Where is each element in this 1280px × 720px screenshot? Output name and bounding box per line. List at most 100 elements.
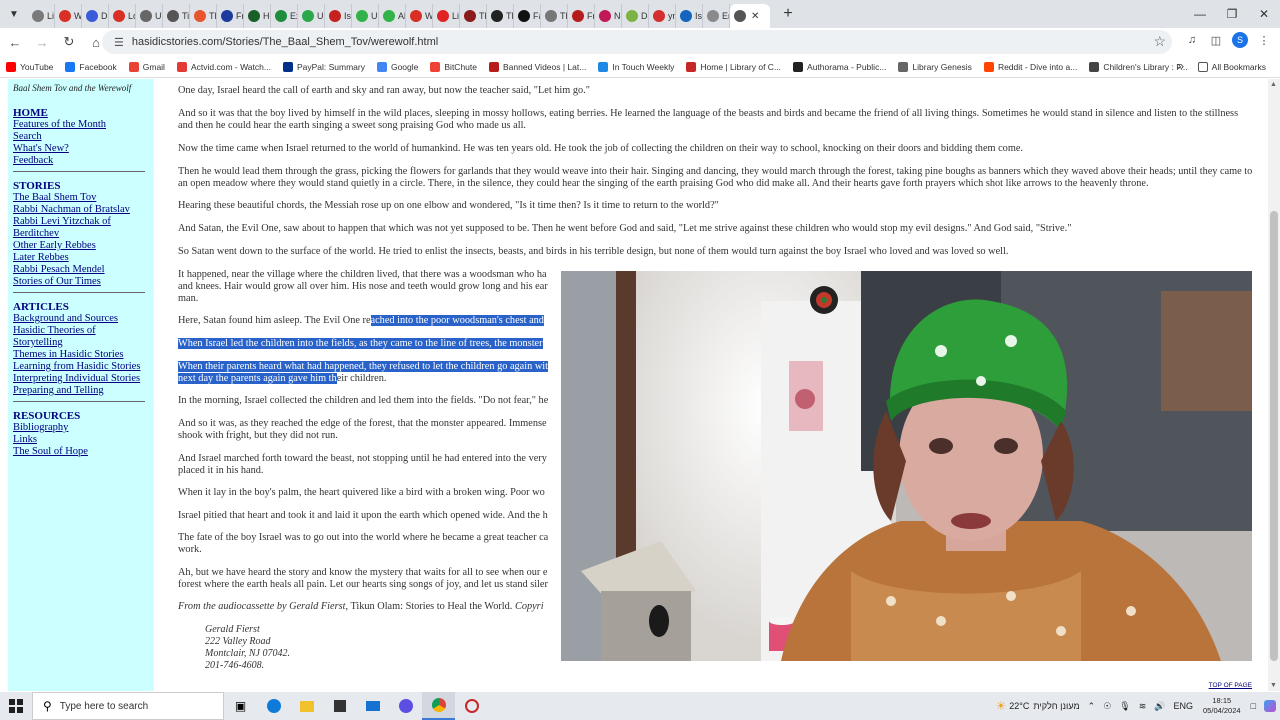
sidebar-story-link[interactable]: Berditchev [13,228,149,240]
browser-tab[interactable]: Isr [325,4,352,28]
browser-tab[interactable]: All [379,4,406,28]
sidebar-story-link[interactable]: Rabbi Nachman of Bratslav [13,204,149,216]
browser-tab[interactable]: Wi [406,4,433,28]
network-icon[interactable]: ☉ [1099,701,1115,712]
sidebar-story-link[interactable]: The Baal Shem Tov [13,192,149,204]
sidebar-link[interactable]: Search [13,131,149,143]
sidebar-article-link[interactable]: Background and Sources [13,313,149,325]
copilot-icon[interactable] [1260,700,1280,712]
bookmark-item[interactable]: PayPal: Summary [277,57,371,77]
bookmark-star-icon[interactable]: ☆ [1153,33,1166,50]
media-app-icon[interactable] [389,692,422,720]
sidebar-article-link[interactable]: Themes in Hasidic Stories [13,349,149,361]
tray-overflow-icon[interactable]: ⌃ [1084,701,1100,712]
chrome-taskbar-icon[interactable] [422,692,455,720]
sidebar-story-link[interactable]: Rabbi Levi Yitzchak of [13,216,149,228]
side-panel-icon[interactable]: ◫ [1208,32,1224,48]
page-scrollbar[interactable]: ▲ ▼ [1268,79,1280,691]
bookmark-item[interactable]: Home | Library of C... [680,57,787,77]
forward-icon[interactable]: → [30,30,54,54]
bookmarks-overflow-icon[interactable]: » [1177,59,1184,73]
screen-recorder-icon[interactable] [455,692,488,720]
browser-tab[interactable]: Wi [55,4,82,28]
profile-avatar[interactable]: S [1232,32,1248,48]
bookmark-item[interactable]: Reddit - Dive into a... [978,57,1083,77]
bookmark-item[interactable]: In Touch Weekly [592,57,680,77]
sidebar-article-link[interactable]: Learning from Hasidic Stories [13,361,149,373]
microphone-icon[interactable]: 🎙 [1115,701,1134,712]
bookmark-item[interactable]: Authorama - Public... [787,57,892,77]
sidebar-link[interactable]: What's New? [13,143,149,155]
bookmark-item[interactable]: Library Genesis [892,57,978,77]
browser-tab[interactable]: Lo [109,4,136,28]
scroll-thumb[interactable] [1270,211,1278,661]
sidebar-story-link[interactable]: Other Early Rebbes [13,240,149,252]
sidebar-resource-link[interactable]: Bibliography [13,422,149,434]
media-control-icon[interactable]: ♫ [1184,32,1200,48]
browser-tab[interactable]: De [622,4,649,28]
browser-tab[interactable]: Tim [163,4,190,28]
bookmark-item[interactable]: Facebook [59,57,122,77]
back-icon[interactable]: ← [3,30,27,54]
browser-tab[interactable]: Th [460,4,487,28]
new-tab-icon[interactable]: + [776,5,800,23]
site-info-icon[interactable]: ☰ [114,36,124,49]
file-explorer-icon[interactable] [290,692,323,720]
browser-tab[interactable]: Err [703,4,730,28]
close-window-icon[interactable]: ✕ [1248,0,1280,28]
edge-icon[interactable] [257,692,290,720]
windows-start-icon[interactable] [0,692,32,720]
sidebar-link[interactable]: Feedback [13,155,149,167]
sidebar-article-link[interactable]: Preparing and Telling [13,385,149,397]
volume-icon[interactable]: 🔊 [1150,701,1169,712]
browser-tab[interactable]: De [82,4,109,28]
bookmark-item[interactable]: YouTube [0,57,59,77]
browser-tab[interactable]: ym [649,4,676,28]
minimize-icon[interactable]: — [1184,0,1216,28]
browser-tab[interactable]: Lib [28,4,55,28]
taskbar-search-box[interactable]: ⚲ Type here to search [32,692,224,720]
notifications-icon[interactable]: □ [1247,701,1260,711]
browser-tab[interactable]: Th [541,4,568,28]
sidebar-story-link[interactable]: Stories of Our Times [13,276,149,288]
all-bookmarks[interactable]: All Bookmarks [1192,57,1272,77]
scroll-up-icon[interactable]: ▲ [1270,81,1277,88]
maximize-icon[interactable]: ❐ [1216,0,1248,28]
active-tab[interactable]: ✕ [730,4,770,28]
weather-widget[interactable]: ☀ 22°C מעונן חלקית [991,699,1083,713]
sidebar-home-link[interactable]: HOME [13,107,149,119]
clock[interactable]: 18:15 05/04/2024 [1197,696,1247,716]
browser-tab[interactable]: Ub [136,4,163,28]
browser-tab[interactable]: Up [352,4,379,28]
task-view-icon[interactable]: ▣ [224,692,257,720]
sidebar-article-link[interactable]: Interpreting Individual Stories [13,373,149,385]
sidebar-article-link[interactable]: Storytelling [13,337,149,349]
store-icon[interactable] [323,692,356,720]
sidebar-resource-link[interactable]: Links [13,434,149,446]
top-of-page-link[interactable]: TOP OF PAGE [1209,682,1252,689]
browser-tab[interactable]: Ho [244,4,271,28]
browser-tab[interactable]: Is [676,4,703,28]
browser-tab[interactable]: Liv [433,4,460,28]
sidebar-articles-heading[interactable]: ARTICLES [13,301,149,313]
mail-icon[interactable] [356,692,389,720]
sidebar-story-link[interactable]: Rabbi Pesach Mendel [13,264,149,276]
browser-tab[interactable]: Th [487,4,514,28]
menu-icon[interactable]: ⋮ [1256,32,1272,48]
sidebar-story-link[interactable]: Later Rebbes [13,252,149,264]
sidebar-article-link[interactable]: Hasidic Theories of [13,325,149,337]
close-tab-icon[interactable]: ✕ [751,11,759,22]
language-indicator[interactable]: ENG [1170,701,1198,711]
browser-tab[interactable]: Th [190,4,217,28]
sidebar-link[interactable]: Features of the Month [13,119,149,131]
address-bar[interactable]: ☰ hasidicstories.com/Stories/The_Baal_Sh… [102,30,1172,54]
browser-tab[interactable]: Ex [271,4,298,28]
bookmark-item[interactable]: BitChute [424,57,483,77]
bookmark-item[interactable]: Banned Videos | Lat... [483,57,592,77]
bookmark-item[interactable]: Google [371,57,424,77]
browser-tab[interactable]: Fre [217,4,244,28]
sidebar-resources-heading[interactable]: RESOURCES [13,410,149,422]
reload-icon[interactable]: ↻ [57,30,81,54]
browser-tab[interactable]: Fa [514,4,541,28]
tab-search-icon[interactable]: ▼ [0,0,28,28]
